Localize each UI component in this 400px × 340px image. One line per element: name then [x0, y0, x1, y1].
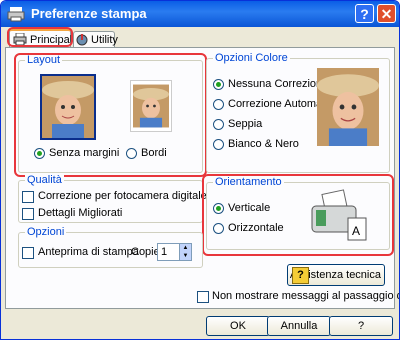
enhanced-details-checkbox[interactable] — [22, 208, 34, 220]
print-preview-label: Anteprima di stampa — [38, 246, 139, 258]
landscape-label: Orizzontale — [228, 222, 284, 234]
borderless-radio[interactable] — [34, 148, 45, 159]
print-preview-checkbox[interactable] — [22, 247, 34, 259]
print-preferences-window: Preferenze stampa ? ✕ Principale Utility… — [0, 0, 400, 340]
girl-photo-icon — [317, 68, 379, 146]
borderless-label: Senza margini — [49, 147, 120, 159]
portrait-label: Verticale — [228, 202, 271, 214]
color-option-label-bw: Bianco & Nero — [228, 138, 299, 150]
printer-icon — [7, 7, 25, 22]
color-options-title: Opzioni Colore — [213, 52, 290, 64]
color-option-radio-none[interactable] — [213, 79, 224, 90]
digital-camera-correction-checkbox[interactable] — [22, 191, 34, 203]
no-messages-checkbox[interactable] — [197, 291, 209, 303]
tab-utility-label: Utility — [91, 34, 118, 46]
window-title: Preferenze stampa — [31, 6, 147, 21]
borders-label: Bordi — [141, 147, 167, 159]
digital-camera-correction-label: Correzione per fotocamera digitale — [38, 190, 207, 202]
enhanced-details-label: Dettagli Migliorati — [38, 207, 123, 219]
spinner-arrows[interactable]: ▲ ▼ — [179, 244, 191, 260]
quality-group-title: Qualità — [25, 174, 64, 186]
color-option-label-none: Nessuna Correzione — [228, 78, 329, 90]
cancel-button[interactable]: Annulla — [267, 316, 331, 336]
copies-spinner[interactable]: 1 ▲ ▼ — [157, 243, 192, 261]
options-group-title: Opzioni — [25, 226, 67, 238]
copies-label: Copie — [131, 246, 160, 258]
tab-panel: Layout Senza margini Bordi Opzioni Color… — [5, 47, 399, 309]
border-preview-image[interactable] — [130, 80, 172, 132]
tab-utility[interactable]: Utility — [73, 31, 118, 47]
technical-support-button[interactable]: ? Assistenza tecnica — [287, 264, 385, 286]
title-help-button[interactable]: ? — [355, 4, 374, 23]
copies-value: 1 — [161, 246, 168, 258]
ok-button[interactable]: OK — [206, 316, 270, 336]
color-preview-image — [317, 68, 379, 146]
help-button[interactable]: ? — [329, 316, 393, 336]
printer-orientation-icon: A — [311, 189, 367, 241]
svg-text:A: A — [352, 224, 360, 238]
no-messages-label: Non mostrare messaggi al passaggio del m… — [212, 290, 399, 302]
title-close-button[interactable]: ✕ — [377, 4, 396, 23]
title-bar: Preferenze stampa ? ✕ — [1, 1, 399, 27]
girl-photo-icon — [42, 76, 94, 138]
tab-highlight — [7, 27, 73, 47]
borderless-preview-image[interactable] — [40, 74, 96, 140]
color-option-radio-auto[interactable] — [213, 99, 224, 110]
color-option-label-sepia: Seppia — [228, 118, 263, 130]
tools-icon — [76, 34, 88, 46]
color-option-radio-sepia[interactable] — [213, 119, 224, 130]
borders-radio[interactable] — [126, 148, 137, 159]
portrait-radio[interactable] — [213, 203, 224, 214]
landscape-radio[interactable] — [213, 223, 224, 234]
help-question-icon: ? — [292, 267, 309, 284]
girl-photo-icon — [133, 84, 169, 128]
color-option-radio-bw[interactable] — [213, 139, 224, 150]
